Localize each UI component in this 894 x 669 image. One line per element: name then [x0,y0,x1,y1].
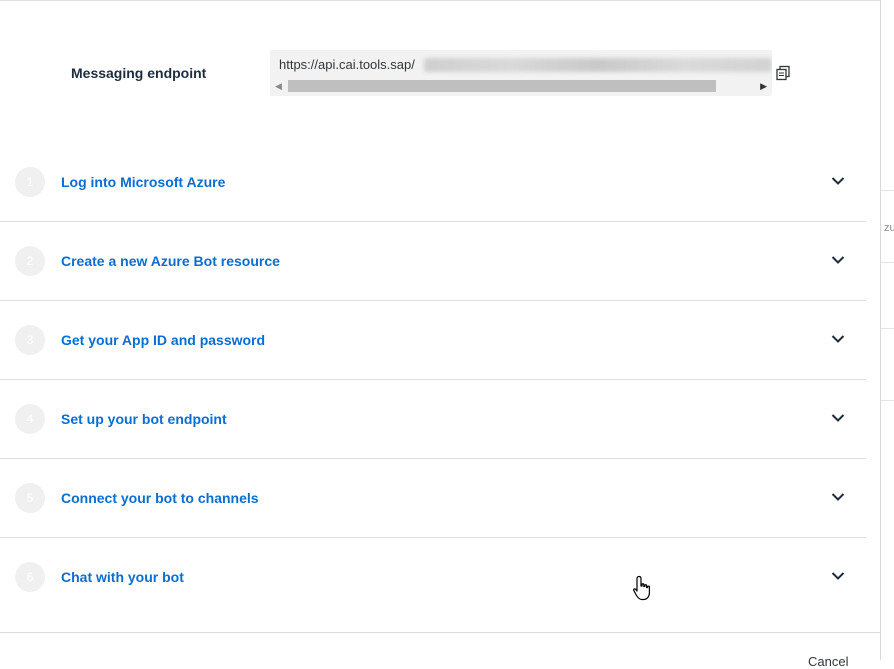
step-log-into-azure[interactable]: 1 Log into Microsoft Azure [0,143,866,222]
step-chat-with-bot[interactable]: 6 Chat with your bot [0,538,866,616]
step-number-badge: 5 [15,483,45,513]
background-divider [881,190,894,191]
background-divider [881,328,894,329]
step-title[interactable]: Chat with your bot [61,569,184,585]
chevron-down-icon[interactable] [831,413,845,423]
background-divider [881,262,894,263]
hand-cursor-icon [633,575,650,601]
step-connect-channels[interactable]: 5 Connect your bot to channels [0,459,866,538]
messaging-endpoint-label: Messaging endpoint [71,65,207,81]
cancel-button[interactable]: Cancel [808,654,848,669]
footer-divider [0,632,880,633]
step-title[interactable]: Get your App ID and password [61,332,265,348]
step-number-badge: 4 [15,404,45,434]
chevron-down-icon[interactable] [831,571,845,581]
chevron-down-icon[interactable] [831,176,845,186]
step-number-badge: 3 [15,325,45,355]
horizontal-scrollbar-thumb[interactable] [288,80,716,92]
scroll-left-arrow-icon[interactable]: ◀ [275,81,282,92]
step-number-badge: 6 [15,562,45,592]
step-number-badge: 1 [15,167,45,197]
step-title[interactable]: Set up your bot endpoint [61,411,227,427]
step-set-up-endpoint[interactable]: 4 Set up your bot endpoint [0,380,866,459]
scroll-right-arrow-icon[interactable]: ▶ [760,81,767,92]
messaging-endpoint-field[interactable]: https://api.cai.tools.sap/ ◀ ▶ [270,50,772,96]
copy-icon[interactable] [775,65,791,81]
chevron-down-icon[interactable] [831,334,845,344]
step-get-app-id[interactable]: 3 Get your App ID and password [0,301,866,380]
redacted-endpoint-path [424,58,772,72]
step-create-azure-bot[interactable]: 2 Create a new Azure Bot resource [0,222,866,301]
background-text-fragment: zu [884,222,894,234]
messaging-endpoint-url: https://api.cai.tools.sap/ [279,57,415,72]
chevron-down-icon[interactable] [831,492,845,502]
step-title[interactable]: Log into Microsoft Azure [61,174,225,190]
step-number-badge: 2 [15,246,45,276]
background-page: zu [880,0,894,660]
background-divider [881,400,894,401]
azure-connect-dialog: Messaging endpoint https://api.cai.tools… [0,0,880,669]
chevron-down-icon[interactable] [831,255,845,265]
step-title[interactable]: Connect your bot to channels [61,490,259,506]
step-title[interactable]: Create a new Azure Bot resource [61,253,280,269]
